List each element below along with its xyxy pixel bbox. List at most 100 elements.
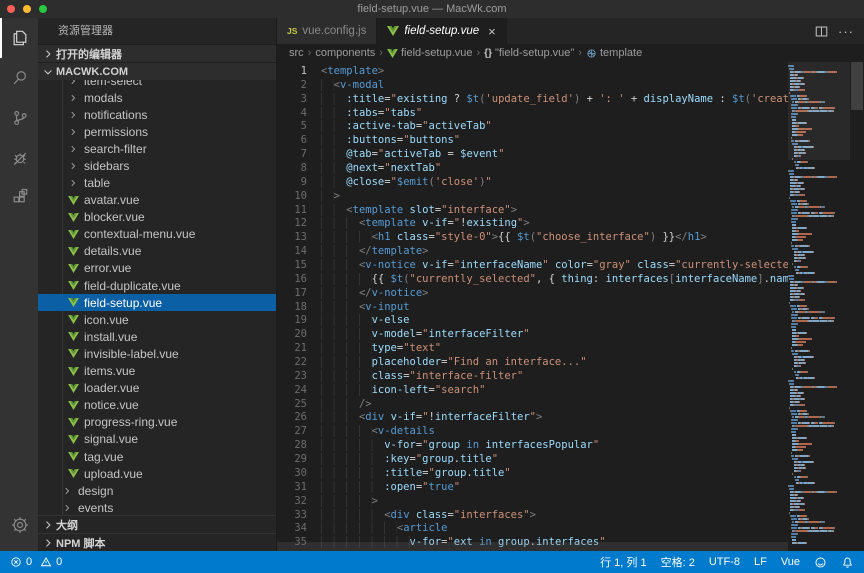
- tree-item-notifications[interactable]: notifications: [38, 106, 276, 123]
- tab-field-setup-vue[interactable]: field-setup.vue ×: [377, 18, 506, 44]
- indentation-setting[interactable]: 空格: 2: [661, 554, 695, 570]
- tree-item-contextual-menu-vue[interactable]: contextual-menu.vue: [38, 226, 276, 243]
- code-line[interactable]: 8 @next="nextTab": [277, 162, 788, 176]
- tree-item-tag-vue[interactable]: tag.vue: [38, 448, 276, 465]
- encoding-setting[interactable]: UTF-8: [709, 556, 740, 568]
- debug-icon[interactable]: [0, 138, 38, 178]
- code-line[interactable]: 32 >: [277, 495, 788, 509]
- breadcrumb-item[interactable]: components: [315, 47, 375, 59]
- code-line[interactable]: 6 :buttons="buttons": [277, 134, 788, 148]
- close-window-button[interactable]: [7, 5, 15, 13]
- vertical-scrollbar[interactable]: [850, 62, 864, 551]
- zoom-window-button[interactable]: [39, 5, 47, 13]
- tree-item-permissions[interactable]: permissions: [38, 123, 276, 140]
- close-tab-icon[interactable]: ×: [488, 25, 496, 38]
- code-line[interactable]: 4 :tabs="tabs": [277, 107, 788, 121]
- code-line[interactable]: 30 :title="group.title": [277, 467, 788, 481]
- code-line[interactable]: 11 <template slot="interface">: [277, 204, 788, 218]
- tree-item-details-vue[interactable]: details.vue: [38, 243, 276, 260]
- code-line[interactable]: 14 </template>: [277, 245, 788, 259]
- tree-item-search-filter[interactable]: search-filter: [38, 140, 276, 157]
- code-line[interactable]: 5 :active-tab="activeTab": [277, 120, 788, 134]
- code-line[interactable]: 7 @tab="activeTab = $event": [277, 148, 788, 162]
- tree-item-blocker-vue[interactable]: blocker.vue: [38, 209, 276, 226]
- tab-vue-config-js[interactable]: JS vue.config.js: [277, 18, 377, 44]
- tree-item-sidebars[interactable]: sidebars: [38, 157, 276, 174]
- tree-item-table[interactable]: table: [38, 174, 276, 191]
- tree-item-error-vue[interactable]: error.vue: [38, 260, 276, 277]
- code-line[interactable]: 25 />: [277, 398, 788, 412]
- tree-item-design[interactable]: design: [38, 482, 276, 499]
- minimap[interactable]: [788, 62, 850, 551]
- code-line[interactable]: 19 v-else: [277, 314, 788, 328]
- code-line[interactable]: 9 @close="$emit('close')": [277, 176, 788, 190]
- notifications-bell-icon[interactable]: [841, 556, 854, 569]
- split-editor-icon[interactable]: [815, 25, 828, 38]
- breadcrumb-item[interactable]: {} "field-setup.vue": [484, 47, 574, 59]
- tree-item-events[interactable]: events: [38, 499, 276, 515]
- code-line[interactable]: 28 v-for="group in interfacesPopular": [277, 439, 788, 453]
- tree-item-invisible-label-vue[interactable]: invisible-label.vue: [38, 345, 276, 362]
- code-line[interactable]: 31 :open="true": [277, 481, 788, 495]
- tree-item-loader-vue[interactable]: loader.vue: [38, 380, 276, 397]
- code-line[interactable]: 3 :title="existing ? $t('update_field') …: [277, 93, 788, 107]
- code-line[interactable]: 12 <template v-if="!existing">: [277, 217, 788, 231]
- minimap-slider[interactable]: [788, 62, 850, 160]
- tree-item-icon-vue[interactable]: icon.vue: [38, 311, 276, 328]
- outline-section[interactable]: 大纲: [38, 515, 276, 533]
- code-line[interactable]: 18 <v-input: [277, 301, 788, 315]
- code-line[interactable]: 1<template>: [277, 65, 788, 79]
- source-control-icon[interactable]: [0, 98, 38, 138]
- workspace-section[interactable]: MACWK.COM: [38, 62, 276, 80]
- tree-item-signal-vue[interactable]: signal.vue: [38, 431, 276, 448]
- code-line[interactable]: 34 <article: [277, 522, 788, 536]
- line-text: :tabs="tabs": [307, 107, 422, 121]
- extensions-icon[interactable]: [0, 178, 38, 218]
- code-editor[interactable]: 1<template>2 <v-modal3 :title="existing …: [277, 62, 788, 551]
- code-line[interactable]: 15 <v-notice v-if="interfaceName" color=…: [277, 259, 788, 273]
- code-line[interactable]: 23 class="interface-filter": [277, 370, 788, 384]
- search-icon[interactable]: [0, 58, 38, 98]
- code-line[interactable]: 24 icon-left="search": [277, 384, 788, 398]
- language-mode[interactable]: Vue: [781, 556, 800, 568]
- code-line[interactable]: 29 :key="group.title": [277, 453, 788, 467]
- tree-item-label: search-filter: [84, 142, 147, 156]
- tree-item-field-setup-vue[interactable]: field-setup.vue: [38, 294, 276, 311]
- breadcrumb-item[interactable]: src: [289, 47, 304, 59]
- feedback-smiley-icon[interactable]: [814, 556, 827, 569]
- code-line[interactable]: 20 v-model="interfaceFilter": [277, 328, 788, 342]
- settings-gear-icon[interactable]: [0, 505, 38, 545]
- problems-indicator[interactable]: 0 0: [10, 556, 62, 568]
- eol-setting[interactable]: LF: [754, 556, 767, 568]
- tree-item-modals[interactable]: modals: [38, 89, 276, 106]
- scrollbar-thumb[interactable]: [851, 62, 863, 110]
- tree-item-item-select[interactable]: item-select: [38, 80, 276, 89]
- horizontal-scrollbar[interactable]: [277, 542, 788, 551]
- code-line[interactable]: 21 type="text": [277, 342, 788, 356]
- code-line[interactable]: 27 <v-details: [277, 425, 788, 439]
- code-line[interactable]: 33 <div class="interfaces">: [277, 509, 788, 523]
- minimize-window-button[interactable]: [23, 5, 31, 13]
- npm-scripts-section[interactable]: NPM 脚本: [38, 533, 276, 551]
- code-line[interactable]: 26 <div v-if="!interfaceFilter">: [277, 411, 788, 425]
- tree-item-notice-vue[interactable]: notice.vue: [38, 397, 276, 414]
- tree-item-install-vue[interactable]: install.vue: [38, 328, 276, 345]
- tree-item-field-duplicate-vue[interactable]: field-duplicate.vue: [38, 277, 276, 294]
- code-line[interactable]: 22 placeholder="Find an interface...": [277, 356, 788, 370]
- more-actions-icon[interactable]: ···: [838, 24, 854, 39]
- tree-item-progress-ring-vue[interactable]: progress-ring.vue: [38, 414, 276, 431]
- cursor-position[interactable]: 行 1, 列 1: [600, 554, 646, 570]
- breadcrumb-item[interactable]: template: [586, 47, 642, 59]
- code-line[interactable]: 2 <v-modal: [277, 79, 788, 93]
- editor-group: JS vue.config.js field-setup.vue × ···: [277, 18, 864, 551]
- explorer-icon[interactable]: [0, 18, 38, 58]
- code-line[interactable]: 10 >: [277, 190, 788, 204]
- tree-item-upload-vue[interactable]: upload.vue: [38, 465, 276, 482]
- code-line[interactable]: 16 {{ $t("currently_selected", { thing: …: [277, 273, 788, 287]
- tree-item-avatar-vue[interactable]: avatar.vue: [38, 192, 276, 209]
- code-line[interactable]: 13 <h1 class="style-0">{{ $t("choose_int…: [277, 231, 788, 245]
- open-editors-section[interactable]: 打开的编辑器: [38, 44, 276, 62]
- code-line[interactable]: 17 </v-notice>: [277, 287, 788, 301]
- breadcrumb-item[interactable]: field-setup.vue: [387, 47, 473, 59]
- tree-item-items-vue[interactable]: items.vue: [38, 363, 276, 380]
